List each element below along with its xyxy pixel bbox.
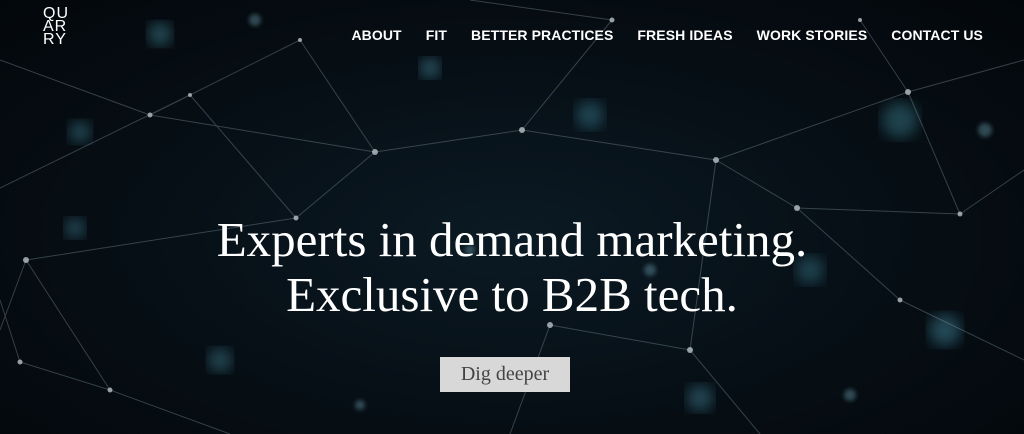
network-node xyxy=(107,387,113,393)
network-line xyxy=(109,389,231,434)
hero-headline-line-2: Exclusive to B2B tech. xyxy=(286,267,738,322)
network-node xyxy=(188,93,192,97)
hero-headline-line-1: Experts in demand marketing. xyxy=(216,212,808,267)
network-fuzzy-node xyxy=(355,400,365,410)
network-glow-node xyxy=(208,348,232,372)
network-line xyxy=(549,324,691,351)
network-glow-node xyxy=(882,102,918,138)
network-node xyxy=(147,112,153,118)
network-line xyxy=(149,114,376,153)
network-glow-node xyxy=(687,385,713,411)
network-node xyxy=(17,359,23,365)
network-node xyxy=(687,347,693,353)
network-fuzzy-node xyxy=(978,123,992,137)
network-line xyxy=(715,159,798,209)
network-line xyxy=(907,91,961,215)
nav-link-work-stories[interactable]: WORK STORIES xyxy=(757,27,868,43)
network-node xyxy=(298,38,302,42)
network-line xyxy=(374,129,523,153)
network-glow-node xyxy=(69,121,91,143)
nav-link-fit[interactable]: FIT xyxy=(426,27,447,43)
logo-line-3: RY xyxy=(43,31,67,48)
network-node xyxy=(713,157,719,163)
dig-deeper-button[interactable]: Dig deeper xyxy=(440,357,570,392)
nav-link-contact-us[interactable]: CONTACT US xyxy=(891,27,983,43)
nav-link-about[interactable]: ABOUT xyxy=(351,27,401,43)
network-line xyxy=(295,151,376,219)
network-node xyxy=(794,205,800,211)
network-line xyxy=(189,94,297,219)
nav-link-fresh-ideas[interactable]: FRESH IDEAS xyxy=(637,27,732,43)
nav-link-better-practices[interactable]: BETTER PRACTICES xyxy=(471,27,613,43)
network-node xyxy=(372,149,378,155)
hero-section: QU AR RY ABOUT FIT BETTER PRACTICES FRES… xyxy=(0,0,1024,434)
network-line xyxy=(19,361,111,391)
network-node xyxy=(519,127,525,133)
quarry-logo[interactable]: QU AR RY xyxy=(43,6,77,48)
network-node xyxy=(858,18,862,22)
network-line xyxy=(0,59,151,116)
network-node xyxy=(547,322,553,328)
network-fuzzy-node xyxy=(249,14,261,26)
network-glow-node xyxy=(576,101,604,129)
network-line xyxy=(469,0,613,21)
main-navigation: ABOUT FIT BETTER PRACTICES FRESH IDEAS W… xyxy=(351,27,983,43)
network-fuzzy-node xyxy=(844,389,856,401)
network-glow-node xyxy=(420,58,440,78)
network-nodes xyxy=(17,17,963,393)
network-node xyxy=(609,17,615,23)
network-line xyxy=(521,129,717,161)
hero-headline: Experts in demand marketing. Exclusive t… xyxy=(0,212,1024,322)
network-line xyxy=(299,39,376,153)
network-line xyxy=(149,39,301,116)
network-glow-node xyxy=(148,22,172,46)
network-node xyxy=(905,89,911,95)
network-line xyxy=(907,59,1024,93)
network-line xyxy=(715,91,909,161)
network-line xyxy=(959,169,1024,215)
